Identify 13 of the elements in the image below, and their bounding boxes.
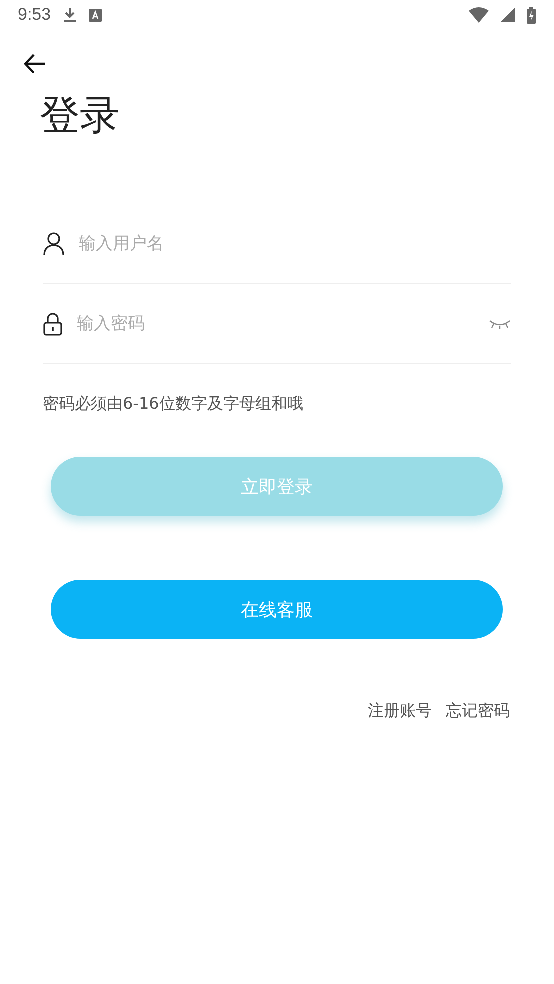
battery-icon xyxy=(527,6,536,24)
register-link[interactable]: 注册账号 xyxy=(368,701,432,722)
closed-eye-icon[interactable] xyxy=(489,318,511,328)
app-icon xyxy=(89,8,102,22)
forgot-password-link[interactable]: 忘记密码 xyxy=(446,701,510,722)
signal-icon xyxy=(501,8,515,22)
page-title: 登录 xyxy=(40,92,121,140)
user-icon xyxy=(43,232,65,256)
status-time: 9:53 xyxy=(18,5,52,25)
wifi-icon xyxy=(469,7,489,23)
download-icon xyxy=(63,7,78,23)
password-hint: 密码必须由6-16位数字及字母组和哦 xyxy=(43,394,304,415)
lock-icon xyxy=(43,312,63,336)
